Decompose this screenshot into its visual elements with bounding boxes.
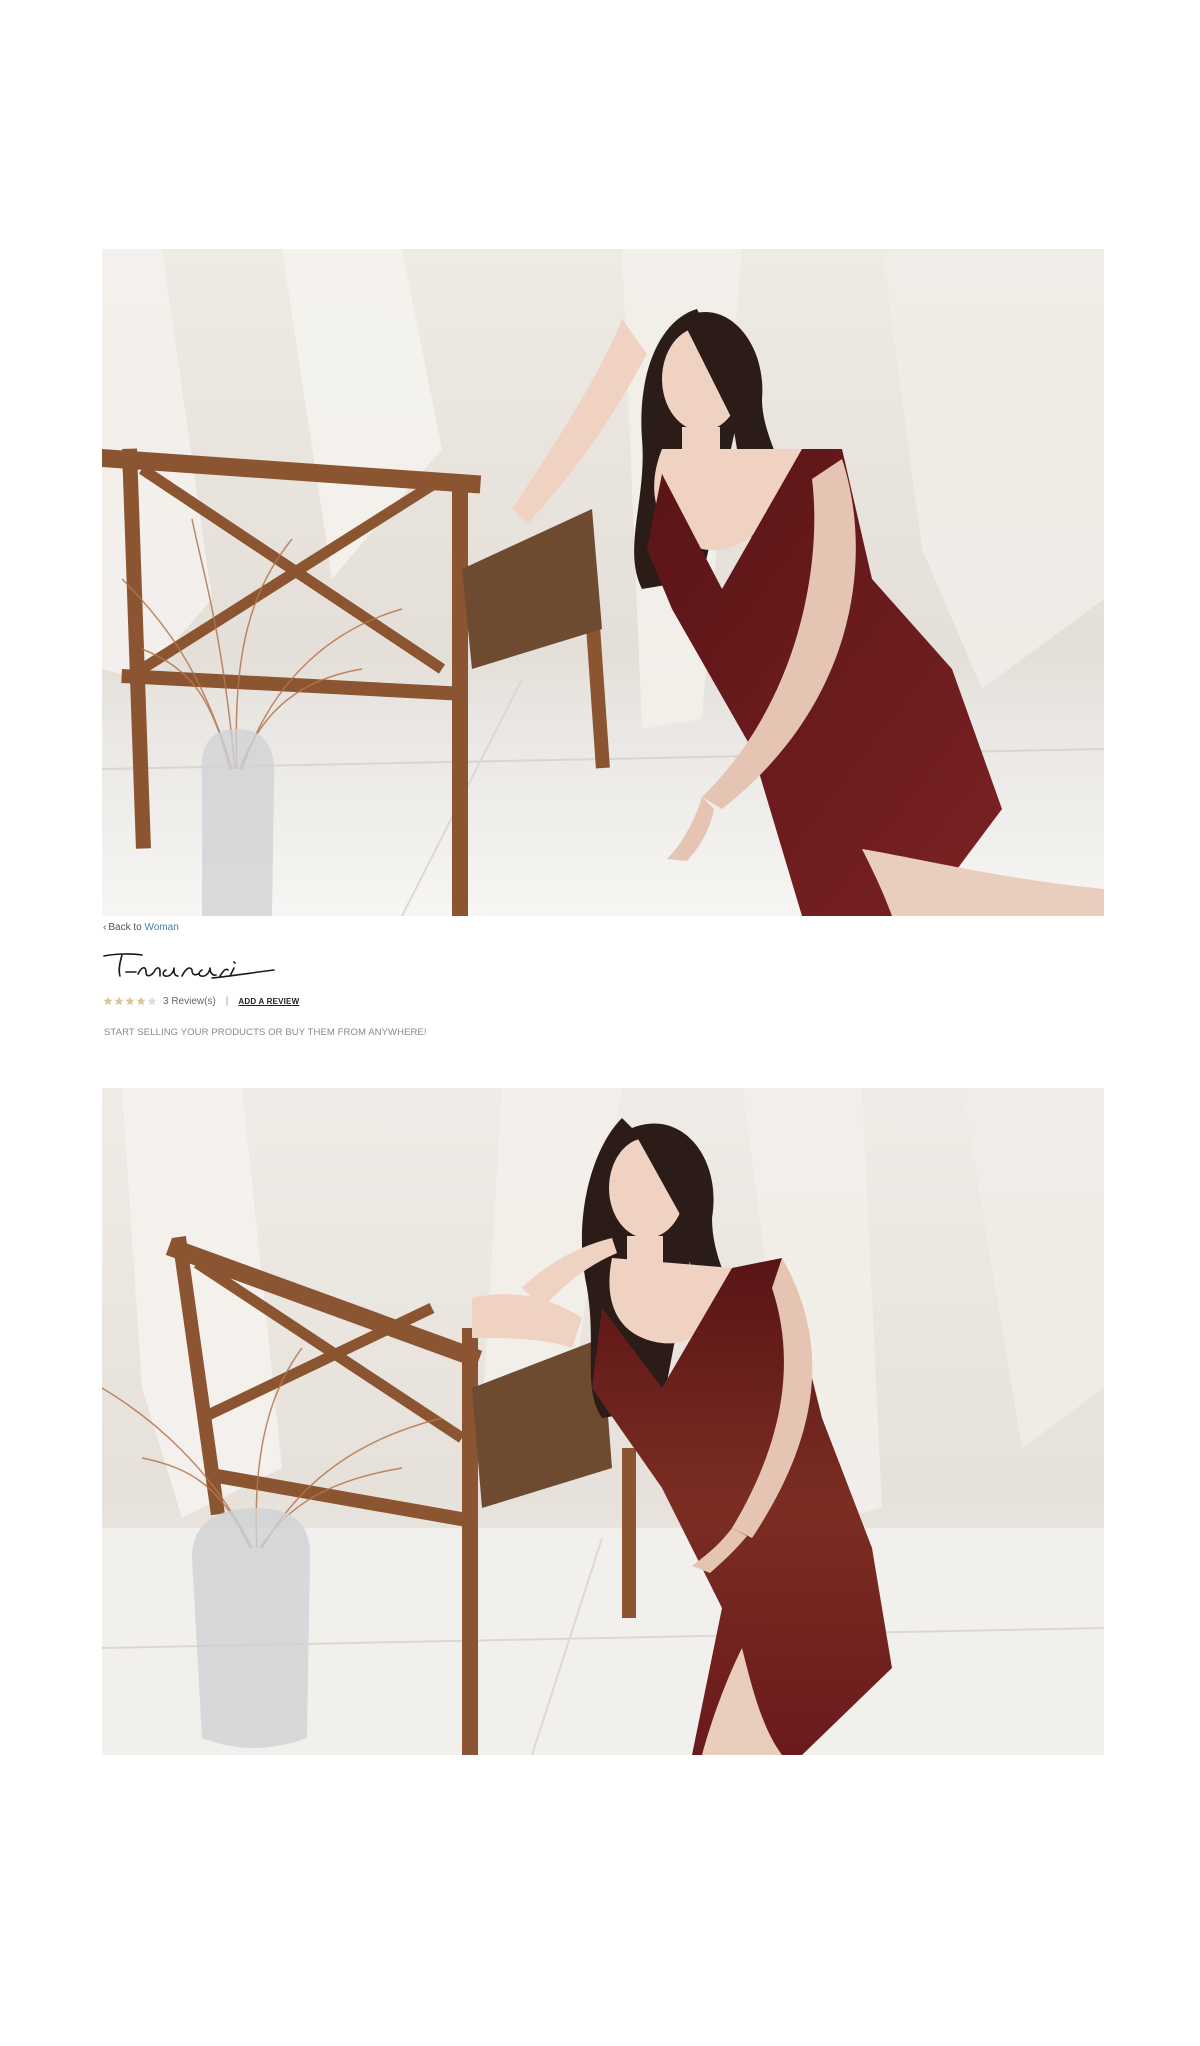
product-tagline: START SELLING YOUR PRODUCTS OR BUY THEM … <box>104 1027 427 1038</box>
back-to-category-link[interactable]: Woman <box>144 922 178 933</box>
reviews-count[interactable]: 3 Review(s) <box>163 996 216 1007</box>
star-icon <box>125 996 135 1006</box>
back-prefix: Back to <box>108 922 142 933</box>
brand-logo-signature <box>103 953 275 979</box>
product-photo-2 <box>102 1088 1104 1755</box>
product-photo-2-illustration <box>102 1088 1104 1755</box>
star-icon <box>114 996 124 1006</box>
star-icon <box>103 996 113 1006</box>
separator: | <box>225 995 229 1007</box>
rating-row: 3 Review(s) | ADD A REVIEW <box>103 994 299 1008</box>
brand-logo <box>102 950 277 982</box>
product-photo-1 <box>102 249 1104 916</box>
rating-stars <box>103 996 157 1006</box>
chevron-left-icon: ‹ <box>103 922 107 933</box>
star-icon <box>147 996 157 1006</box>
star-icon <box>136 996 146 1006</box>
add-review-link[interactable]: ADD A REVIEW <box>238 997 299 1006</box>
product-photo-1-illustration <box>102 249 1104 916</box>
breadcrumb: ‹ Back to Woman <box>103 922 179 933</box>
